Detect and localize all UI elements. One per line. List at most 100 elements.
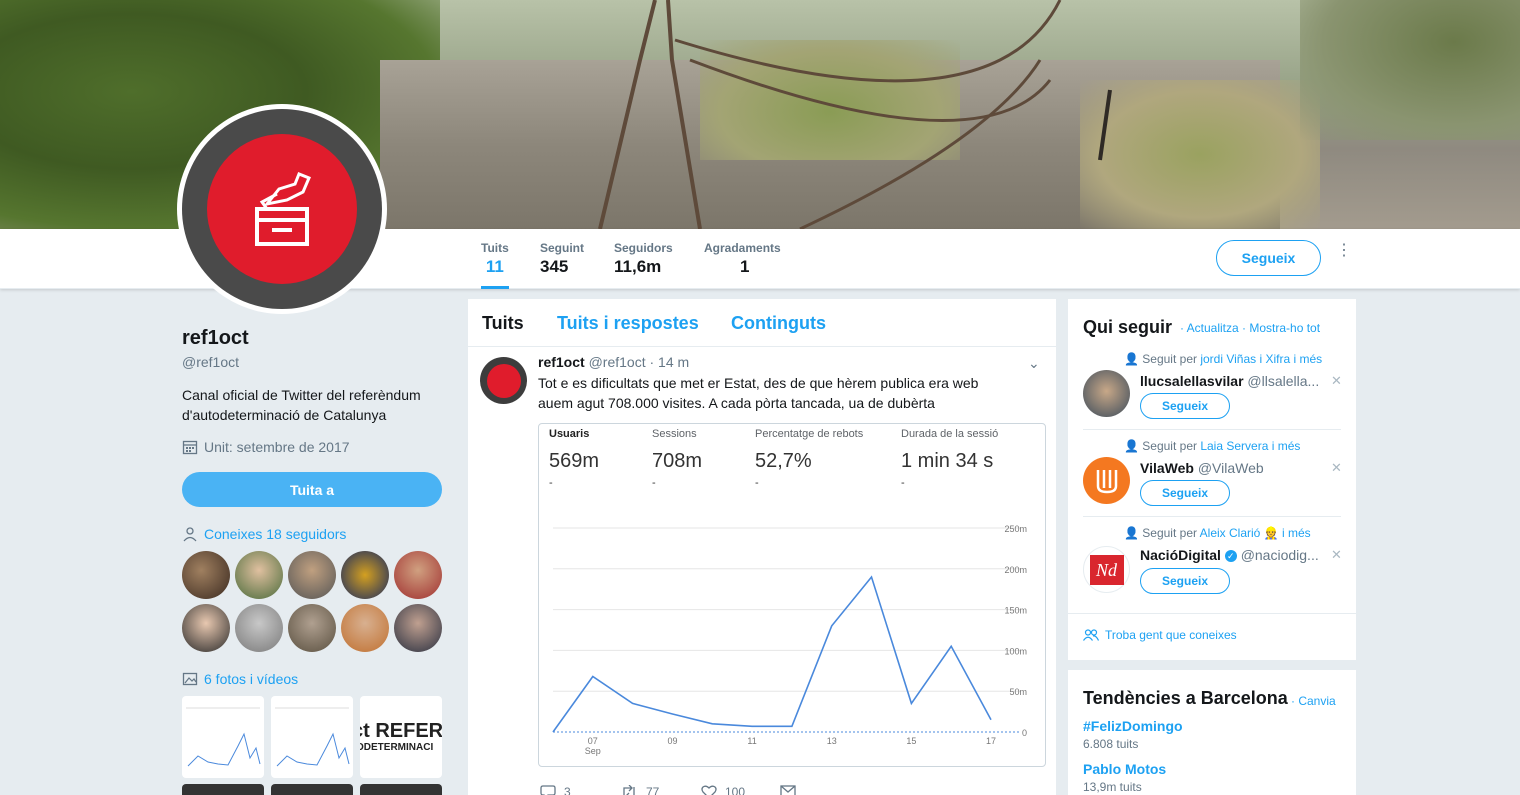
media-thumbnail[interactable] [271, 696, 353, 778]
refresh-view-all-links[interactable]: · Actualitza · Mostra-ho tot [1180, 321, 1320, 335]
trend-name[interactable]: #FelizDomingo [1083, 718, 1183, 734]
tab-tweets-replies[interactable]: Tuits i respostes [557, 313, 699, 334]
follow-button[interactable]: Segueix [1216, 240, 1321, 276]
follower-avatar[interactable] [182, 551, 230, 599]
stat-label: Seguint [540, 241, 584, 255]
tweet-to-button[interactable]: Tuita a [182, 472, 442, 507]
follower-avatar[interactable] [394, 604, 442, 652]
suggestion-name[interactable]: NacióDigital ✓ @naciodig... [1140, 547, 1325, 563]
media-thumbnail[interactable]: ct REFER ODETERMINACI [360, 696, 442, 778]
metric-delta: - [755, 477, 759, 489]
profile-name[interactable]: ref1oct [182, 327, 249, 350]
joined-text: Unit: setembre de 2017 [204, 439, 350, 455]
known-followers-link[interactable]: Coneixes 18 seguidors [182, 526, 346, 542]
reply-action[interactable]: 3 [540, 785, 571, 795]
x-tick-label: 11 [747, 736, 756, 746]
thumb-text: ct REFER [360, 720, 442, 742]
follow-suggestion-button[interactable]: Segueix [1140, 568, 1230, 594]
tweet-image[interactable]: Usuaris 569m - Sessions 708m - Percentat… [538, 423, 1046, 767]
change-location-link[interactable]: · Canvia [1291, 694, 1336, 708]
dismiss-icon[interactable]: ✕ [1331, 547, 1342, 563]
tab-media[interactable]: Continguts [731, 313, 826, 334]
follow-suggestion-button[interactable]: Segueix [1140, 393, 1230, 419]
timeline: Tuits Tuits i respostes Continguts ref1o… [468, 299, 1056, 795]
who-to-follow-title: Qui seguir [1083, 317, 1173, 337]
trend-name[interactable]: Pablo Motos [1083, 761, 1166, 777]
metric-value: 52,7% [755, 450, 812, 472]
profile-avatar[interactable] [177, 104, 387, 314]
tweet-meta[interactable]: @ref1oct · 14 m [589, 354, 690, 370]
suggestion-name[interactable]: VilaWeb @VilaWeb [1140, 460, 1325, 476]
context-suffix[interactable]: i més [1272, 439, 1301, 453]
follower-avatar[interactable] [235, 551, 283, 599]
series-line [552, 575, 992, 733]
context-users[interactable]: Laia Servera [1200, 439, 1268, 453]
retweet-action[interactable]: 77 [620, 785, 659, 795]
suggestion-name[interactable]: llucsalellasvilar @llsalella... [1140, 373, 1325, 389]
x-tick-label: 09 [667, 736, 677, 746]
media-thumbnail[interactable] [182, 784, 264, 795]
suggestion-context: 👤 Seguit per jordi Viñas i Xifra i més [1124, 352, 1322, 366]
follower-avatar[interactable] [235, 604, 283, 652]
follower-avatar[interactable] [288, 551, 336, 599]
x-sub-label: Sep [585, 746, 601, 756]
context-prefix: Seguit per [1142, 439, 1197, 453]
context-users[interactable]: jordi Viñas i Xifra [1200, 352, 1290, 366]
thumb-text: ODETERMINACI [360, 742, 434, 753]
metric-session-duration: Durada de la sessió 1 min 34 s - [901, 428, 1041, 489]
suggestion-display-name: llucsalellasvilar [1140, 373, 1244, 389]
metric-delta: - [901, 477, 905, 489]
suggestion-context: 👤 Seguit per Laia Servera i més [1124, 439, 1300, 453]
profile-handle[interactable]: @ref1oct [182, 354, 239, 370]
suggestion-avatar[interactable]: Nd [1083, 546, 1130, 593]
tweet-avatar[interactable] [480, 357, 527, 404]
stat-tweets[interactable]: Tuits 11 [481, 241, 509, 289]
dismiss-icon[interactable]: ✕ [1331, 373, 1342, 389]
stat-label: Agradaments [704, 241, 781, 255]
follower-avatar[interactable] [182, 604, 230, 652]
follower-avatar[interactable] [288, 604, 336, 652]
like-action[interactable]: 100 [701, 785, 745, 795]
context-users[interactable]: Aleix Clarió 👷 [1200, 526, 1279, 540]
verified-badge-icon: ✓ [1224, 550, 1237, 563]
follower-avatar[interactable] [341, 551, 389, 599]
metric-users: Usuaris 569m - [549, 428, 659, 489]
find-people-link[interactable]: Troba gent que coneixes [1083, 628, 1237, 642]
divider [1083, 516, 1341, 517]
divider [1083, 429, 1341, 430]
stat-followers[interactable]: Seguidors 11,6m [614, 241, 673, 277]
tweet-author-name[interactable]: ref1oct [538, 354, 585, 370]
stat-value: 11 [485, 257, 504, 276]
follower-avatar[interactable] [341, 604, 389, 652]
follower-avatar[interactable] [394, 551, 442, 599]
chevron-down-icon[interactable]: ⌄ [1028, 355, 1040, 372]
follow-suggestion-button[interactable]: Segueix [1140, 480, 1230, 506]
media-thumbnail[interactable] [360, 784, 442, 795]
calendar-icon [182, 440, 198, 455]
direct-message-action[interactable] [780, 785, 796, 795]
photos-videos-link[interactable]: 6 fotos i vídeos [182, 671, 298, 687]
suggestion-avatar[interactable] [1083, 370, 1130, 417]
metric-value: 569m [549, 450, 600, 472]
y-tick-label: 50m [1009, 687, 1027, 697]
reply-icon [540, 785, 556, 795]
context-suffix[interactable]: i més [1294, 352, 1323, 366]
media-thumbnail[interactable] [182, 696, 264, 778]
vilaweb-logo-icon [1096, 469, 1117, 493]
suggestion-handle: @VilaWeb [1197, 460, 1264, 476]
image-icon [182, 672, 198, 686]
suggestion-avatar[interactable] [1083, 457, 1130, 504]
tab-tweets[interactable]: Tuits [482, 313, 524, 334]
metric-delta: - [549, 477, 553, 489]
stat-following[interactable]: Seguint 345 [540, 241, 584, 277]
y-tick-label: 100m [1004, 646, 1027, 656]
dismiss-icon[interactable]: ✕ [1331, 460, 1342, 476]
more-options-icon[interactable]: ⋮ [1336, 243, 1352, 269]
context-suffix[interactable]: i més [1282, 526, 1311, 540]
stat-likes[interactable]: Agradaments 1 [704, 241, 781, 277]
metric-value: 708m [652, 450, 703, 472]
photos-videos-text: 6 fotos i vídeos [204, 671, 299, 687]
stat-value: 345 [540, 257, 569, 276]
metric-label: Percentatge de rebots [755, 428, 864, 440]
media-thumbnail[interactable] [271, 784, 353, 795]
